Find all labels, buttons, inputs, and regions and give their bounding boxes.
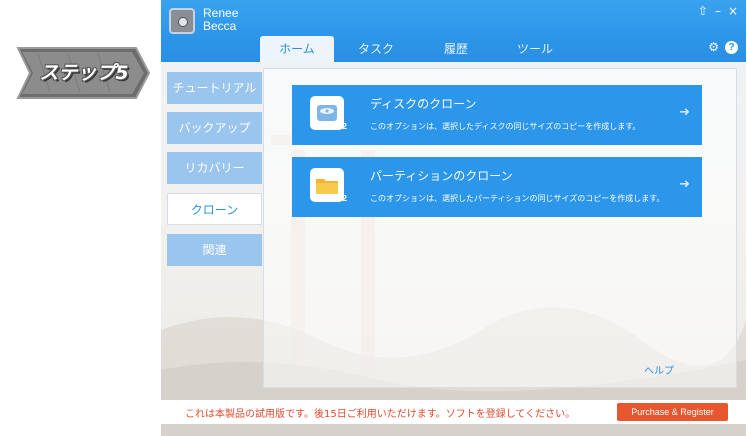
sidebar-item-backup[interactable]: バックアップ	[167, 112, 262, 144]
sidebar-item-recovery[interactable]: リカバリー	[167, 152, 262, 184]
clone-badge: x2	[338, 194, 347, 203]
close-icon[interactable]: ×	[728, 4, 738, 18]
trial-bar: これは本製品の試用版です。後15日ご利用いただけます。ソフトを登録してください。…	[161, 400, 746, 424]
tab-history[interactable]: 履歴	[418, 36, 494, 62]
card-description: このオプションは、選択したディスクの同じサイズのコピーを作成します。	[370, 122, 641, 131]
window-controls: ⇧ – ×	[698, 4, 738, 18]
app-title: Renee Becca	[203, 7, 238, 33]
sidebar-item-clone[interactable]: クローン	[167, 193, 262, 225]
card-title: パーティションのクローン	[370, 169, 513, 183]
disk-clone-card[interactable]: x2 ディスクのクローン このオプションは、選択したディスクの同じサイズのコピー…	[292, 85, 702, 145]
sidebar-item-related[interactable]: 関連	[167, 234, 262, 266]
clone-badge: x2	[338, 122, 347, 131]
title-bar: Renee Becca ⇧ – × ⚙ ? ホーム タスク 履歴 ツール	[161, 0, 746, 62]
minimize-icon[interactable]: –	[715, 4, 721, 18]
trial-notice: これは本製品の試用版です。後15日ご利用いただけます。ソフトを登録してください。	[185, 409, 576, 420]
step-badge-label: ステップ5	[39, 62, 129, 84]
app-window: Renee Becca ⇧ – × ⚙ ? ホーム タスク 履歴 ツール チュー…	[161, 0, 746, 436]
card-title: ディスクのクローン	[370, 97, 477, 111]
step-badge: ステップ5	[8, 44, 151, 102]
help-link[interactable]: ヘルプ	[644, 362, 674, 377]
card-description: このオプションは、選択したパーティションの同じサイズのコピーを作成します。	[370, 194, 665, 203]
tab-home[interactable]: ホーム	[260, 36, 334, 62]
title-icons: ⚙ ?	[708, 40, 738, 54]
app-title-line2: Becca	[203, 19, 237, 33]
tab-tasks[interactable]: タスク	[334, 36, 418, 62]
tab-tools[interactable]: ツール	[494, 36, 576, 62]
gear-icon[interactable]: ⚙	[708, 40, 719, 54]
purchase-register-button[interactable]: Purchase & Register	[617, 403, 728, 421]
restore-icon[interactable]: ⇧	[698, 4, 708, 18]
app-logo-icon	[169, 8, 195, 34]
help-icon[interactable]: ?	[725, 40, 738, 54]
partition-clone-card[interactable]: x2 パーティションのクローン このオプションは、選択したパーティションの同じサ…	[292, 157, 702, 217]
arrow-right-icon: ➜	[679, 177, 690, 192]
tab-bar: ホーム タスク 履歴 ツール	[260, 36, 576, 62]
arrow-right-icon: ➜	[679, 105, 690, 120]
sidebar-item-tutorial[interactable]: チュートリアル	[167, 72, 262, 104]
